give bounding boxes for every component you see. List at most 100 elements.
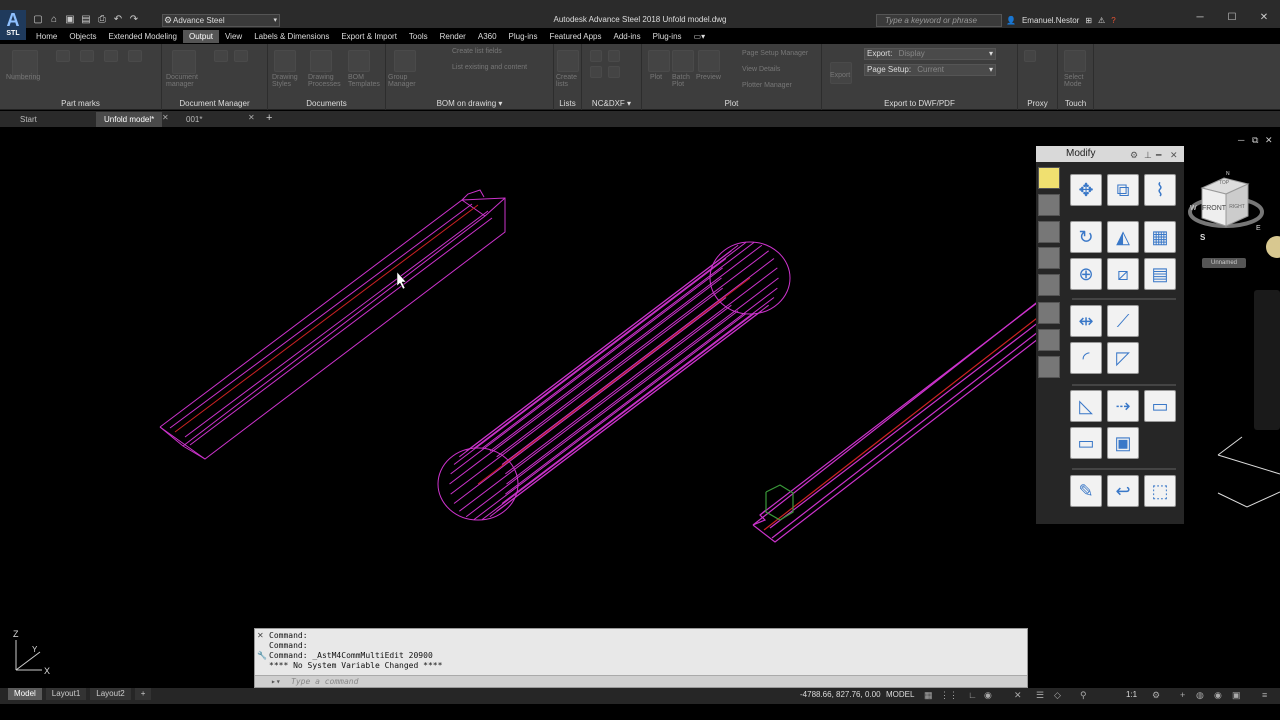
ucs-menu[interactable]: Unnamed [1202, 258, 1246, 268]
close-tab-icon[interactable]: ✕ [162, 113, 169, 122]
array-tool-button[interactable]: ▦ [1144, 221, 1176, 253]
tab-home[interactable]: Home [30, 30, 63, 43]
tab-render[interactable]: Render [434, 30, 472, 43]
search-input[interactable]: Type a keyword or phrase [876, 14, 1002, 27]
fillet-tool-button[interactable]: ◜ [1070, 342, 1102, 374]
close-icon[interactable]: ✕ [257, 631, 264, 640]
pen-edit-tool-button[interactable]: ✎ [1070, 475, 1102, 507]
tab-plug-ins-2[interactable]: Plug-ins [647, 30, 688, 43]
pin-icon[interactable]: ⊥ [1144, 147, 1152, 163]
new-tab-button[interactable]: + [266, 112, 272, 124]
chamfer-tool-button[interactable]: ◸ [1107, 342, 1139, 374]
ortho-icon[interactable]: ∟ [968, 690, 977, 700]
new-icon[interactable]: ▢ [32, 14, 44, 26]
user-menu[interactable]: 👤 Emanuel.Nestor ⊞ ⚠ ? [1006, 14, 1116, 27]
redo-icon[interactable]: ↷ [128, 14, 140, 26]
close-icon[interactable]: ✕ [1170, 147, 1178, 163]
save-as-icon[interactable]: ▤ [80, 14, 92, 26]
isolate-icon[interactable]: ◉ [1214, 690, 1222, 701]
bend-tool-button[interactable]: ↩ [1107, 475, 1139, 507]
doc-tool[interactable] [234, 50, 248, 62]
tab-labels-dimensions[interactable]: Labels & Dimensions [248, 30, 335, 43]
tab-start[interactable]: Start [12, 112, 45, 127]
customize-icon[interactable]: ≡ [1262, 690, 1267, 700]
viewport-restore-icon[interactable]: ⧉ [1252, 135, 1259, 145]
tab-tools[interactable]: Tools [403, 30, 434, 43]
move-tool-button[interactable]: ✥ [1070, 174, 1102, 206]
tab-a360[interactable]: A360 [472, 30, 503, 43]
grid-icon[interactable]: ▦ [924, 690, 933, 701]
tab-add-ins[interactable]: Add-ins [608, 30, 647, 43]
tab-plug-ins[interactable]: Plug-ins [503, 30, 544, 43]
doc-tool[interactable] [214, 50, 228, 62]
break-line-tool-button[interactable]: ⟋ [1107, 305, 1139, 337]
ribbon-toggle-icon[interactable]: ▭▾ [688, 30, 712, 43]
annotation-scale[interactable]: 1:1 [1126, 690, 1137, 699]
part-mark-tool[interactable] [80, 50, 94, 62]
close-button[interactable]: ✕ [1248, 12, 1280, 23]
add-layout-button[interactable]: + [134, 688, 152, 700]
model-space-button[interactable]: MODEL [886, 690, 914, 699]
palette-tab-line[interactable] [1038, 274, 1060, 296]
select-mode-button[interactable] [1064, 50, 1086, 72]
print-icon[interactable]: ⎙ [96, 14, 108, 26]
viewport-close-icon[interactable]: ✕ [1265, 135, 1273, 145]
trim-box-tool-button[interactable]: ▭ [1070, 427, 1102, 459]
settings-icon[interactable]: ⚙ [1130, 147, 1138, 163]
proxy-tool[interactable] [1024, 50, 1036, 62]
snap-icon[interactable]: ⋮⋮ [940, 690, 958, 701]
navigation-bar[interactable] [1254, 290, 1280, 430]
maximize-button[interactable]: ☐ [1216, 12, 1248, 23]
help-icon[interactable]: ? [1111, 14, 1115, 27]
tab-output[interactable]: Output [182, 30, 219, 43]
exchange-icon[interactable]: ⚠ [1098, 14, 1105, 27]
compass-north[interactable]: N [1226, 171, 1230, 177]
close-tab-icon[interactable]: ✕ [248, 113, 255, 122]
partial-plate[interactable] [1217, 436, 1280, 508]
mirror-tool-button[interactable]: ◭ [1107, 221, 1139, 253]
group-manager-button[interactable] [394, 50, 416, 72]
tab-001[interactable]: 001* [178, 112, 210, 127]
undo-icon[interactable]: ↶ [112, 14, 124, 26]
hardware-accel-icon[interactable]: ◍ [1196, 690, 1204, 701]
add-icon[interactable]: + [1180, 690, 1185, 700]
offset-tool-button[interactable]: ⇢ [1107, 390, 1139, 422]
drawing-styles-button[interactable] [274, 50, 296, 72]
tab-featured-apps[interactable]: Featured Apps [543, 30, 607, 43]
compass-south[interactable]: S [1200, 233, 1206, 242]
sphere-tool-tool-button[interactable]: ⊕ [1070, 258, 1102, 290]
workspace-gear-icon[interactable]: ⚙ [1152, 690, 1160, 701]
channel-beam-2[interactable] [752, 295, 1061, 543]
clean-screen-icon[interactable]: ▣ [1232, 690, 1241, 701]
workspace-select[interactable]: ⚙ Advance Steel ▾ [162, 14, 280, 27]
annotation-icon[interactable]: ⚲ [1080, 690, 1087, 701]
command-input[interactable]: ▸▾ Type a command [255, 675, 1027, 687]
polar-icon[interactable]: ◉ [984, 690, 992, 701]
part-mark-tool[interactable] [56, 50, 70, 62]
cube-tool-button[interactable]: ⬚ [1144, 475, 1176, 507]
palette-tab-edit[interactable] [1038, 167, 1060, 189]
nc-dxf-dropdown[interactable]: NC&DXF ▾ [582, 99, 641, 108]
nc-tool[interactable] [590, 50, 602, 62]
drawing-processes-button[interactable] [310, 50, 332, 72]
tab-view[interactable]: View [219, 30, 248, 43]
trim-tool-button[interactable]: ▭ [1144, 390, 1176, 422]
tab-layout2[interactable]: Layout2 [90, 688, 131, 700]
isometric-icon[interactable]: ◇ [1054, 690, 1061, 701]
nc-tool[interactable] [608, 50, 620, 62]
lineweight-icon[interactable]: ☰ [1036, 690, 1044, 701]
open-icon[interactable]: ⌂ [48, 14, 60, 26]
palette-tab-tools[interactable] [1038, 221, 1060, 243]
document-manager-button[interactable] [172, 50, 196, 74]
modify-palette-header[interactable]: Modify ⚙ ⊥ ━ ✕ [1036, 146, 1184, 162]
join-tool-button[interactable]: ▣ [1107, 427, 1139, 459]
align-tool-button[interactable]: ⇹ [1070, 305, 1102, 337]
export-select[interactable]: Export: Display ▾ [864, 48, 996, 60]
tab-layout1[interactable]: Layout1 [45, 688, 87, 700]
viewcube-top-face[interactable]: TOP [1219, 180, 1230, 186]
coordinate-readout[interactable]: -4788.66, 827.76, 0.00 [800, 690, 881, 699]
tab-extended-modeling[interactable]: Extended Modeling [102, 30, 183, 43]
part-mark-tool[interactable] [128, 50, 142, 62]
viewcube[interactable]: TOP FRONT RIGHT S E W N [1186, 170, 1276, 270]
viewcube-right-face[interactable]: RIGHT [1229, 204, 1245, 210]
